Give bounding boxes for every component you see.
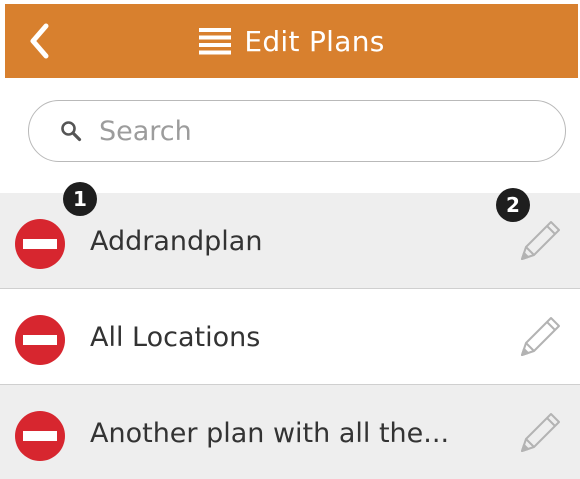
header-bar: Edit Plans (5, 4, 578, 78)
hamburger-menu-icon (199, 28, 232, 55)
menu-button[interactable] (198, 26, 232, 56)
page-title: Edit Plans (244, 24, 385, 58)
pencil-icon[interactable] (514, 407, 566, 459)
search-input[interactable] (99, 115, 529, 147)
pencil-icon[interactable] (514, 311, 566, 363)
plan-name: Another plan with all the... (90, 417, 450, 449)
callout-badge-2: 2 (496, 188, 530, 222)
plan-name: Addrandplan (90, 225, 263, 257)
plan-name: All Locations (90, 321, 261, 353)
plan-row[interactable]: Another plan with all the... (0, 385, 580, 479)
delete-icon[interactable] (14, 314, 66, 366)
header-title-group: Edit Plans (5, 4, 578, 78)
callout-badge-1: 1 (63, 182, 97, 216)
plan-row[interactable]: All Locations (0, 289, 580, 385)
pencil-icon[interactable] (514, 215, 566, 267)
plans-list: Addrandplan All Locations Another plan w… (0, 193, 580, 479)
search-icon (57, 117, 85, 145)
delete-icon[interactable] (14, 410, 66, 462)
search-box[interactable] (28, 100, 566, 162)
search-area (0, 78, 580, 193)
edit-plans-screen: Edit Plans 1 2 Addrandplan (0, 0, 580, 479)
delete-icon[interactable] (14, 218, 66, 270)
